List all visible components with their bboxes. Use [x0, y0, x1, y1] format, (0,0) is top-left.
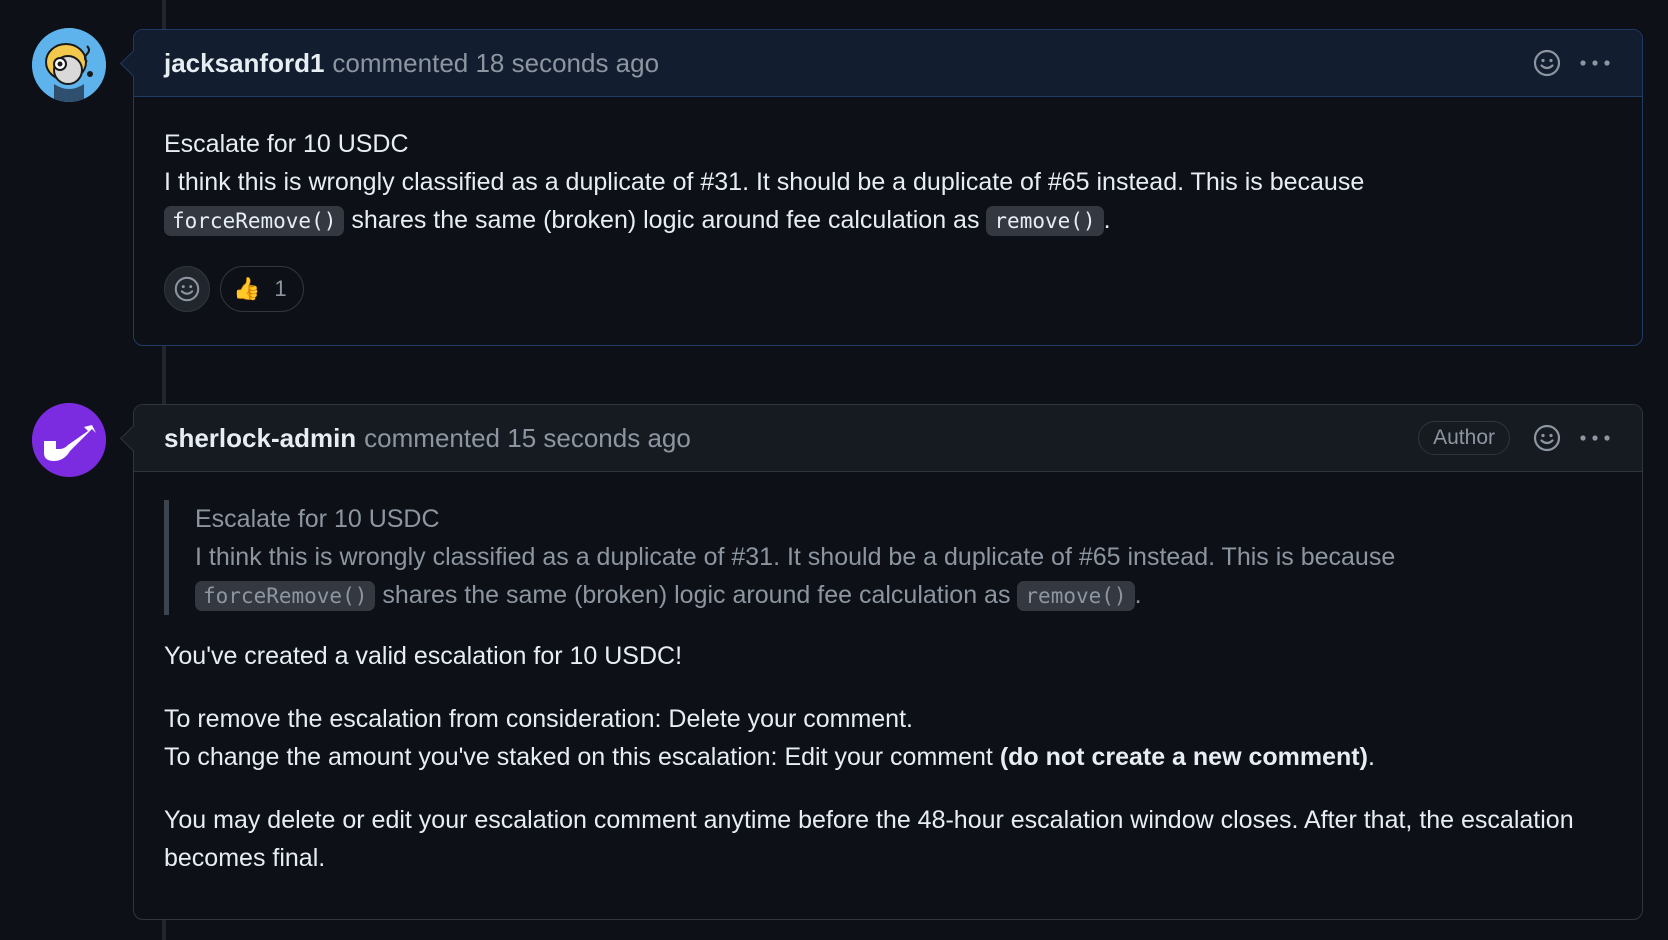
- avatar-jacksanford1[interactable]: [32, 28, 106, 102]
- comment-timestamp[interactable]: commented 18 seconds ago: [332, 48, 659, 79]
- body-line: Escalate for 10 USDC: [164, 130, 409, 158]
- inline-code: forceRemove(): [195, 581, 376, 611]
- quote-line: I think this is wrongly classified as a …: [195, 543, 1396, 611]
- comment-header: sherlock-admin commented 15 seconds ago …: [134, 405, 1642, 472]
- inline-code: forceRemove(): [164, 206, 345, 236]
- add-reaction-button[interactable]: [164, 266, 210, 312]
- comment-sherlock-admin: sherlock-admin commented 15 seconds ago …: [120, 404, 1643, 920]
- kebab-horizontal-icon[interactable]: [1578, 58, 1612, 68]
- smiley-icon: [174, 276, 200, 302]
- author-name[interactable]: sherlock-admin: [164, 423, 356, 454]
- change-instructions: To change the amount you've staked on th…: [164, 743, 1375, 771]
- add-reaction-smiley-icon[interactable]: [1532, 48, 1562, 78]
- quoted-comment: Escalate for 10 USDC I think this is wro…: [164, 500, 1612, 615]
- inline-code: remove(): [1017, 581, 1135, 611]
- add-reaction-smiley-icon[interactable]: [1532, 423, 1562, 453]
- inline-code: remove(): [986, 206, 1104, 236]
- reaction-count: 1: [274, 276, 287, 301]
- avatar-illustration-icon: [32, 28, 106, 102]
- avatar-sherlock-admin[interactable]: [32, 403, 106, 477]
- escalation-confirmation: You've created a valid escalation for 10…: [164, 642, 683, 670]
- comment-body: Escalate for 10 USDC I think this is wro…: [134, 472, 1642, 877]
- deadline-notice: You may delete or edit your escalation c…: [164, 806, 1574, 872]
- thumbs-up-icon: 👍: [233, 276, 261, 301]
- body-line: I think this is wrongly classified as a …: [164, 168, 1365, 236]
- author-badge: Author: [1418, 421, 1510, 455]
- reaction-thumbs-up-button[interactable]: 👍 1: [220, 266, 304, 312]
- remove-instructions: To remove the escalation from considerat…: [164, 705, 913, 733]
- comment-jacksanford1: jacksanford1 commented 18 seconds ago Es…: [120, 29, 1643, 346]
- comment-header: jacksanford1 commented 18 seconds ago: [134, 30, 1642, 97]
- pipe-logo-icon: [32, 403, 106, 477]
- comment-timestamp[interactable]: commented 15 seconds ago: [364, 423, 691, 454]
- comment-body: Escalate for 10 USDC I think this is wro…: [134, 97, 1642, 312]
- kebab-horizontal-icon[interactable]: [1578, 433, 1612, 443]
- author-name[interactable]: jacksanford1: [164, 48, 324, 79]
- quote-line: Escalate for 10 USDC: [195, 505, 440, 533]
- reactions-bar: 👍 1: [164, 266, 1612, 312]
